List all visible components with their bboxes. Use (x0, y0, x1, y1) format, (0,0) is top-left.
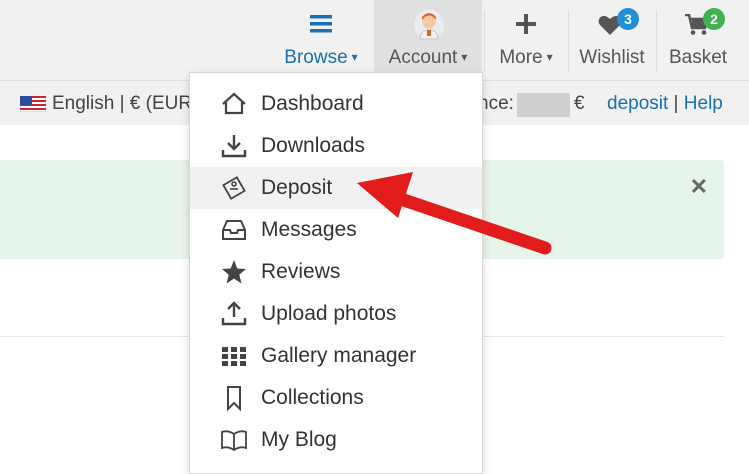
annotation-arrow (357, 172, 552, 255)
